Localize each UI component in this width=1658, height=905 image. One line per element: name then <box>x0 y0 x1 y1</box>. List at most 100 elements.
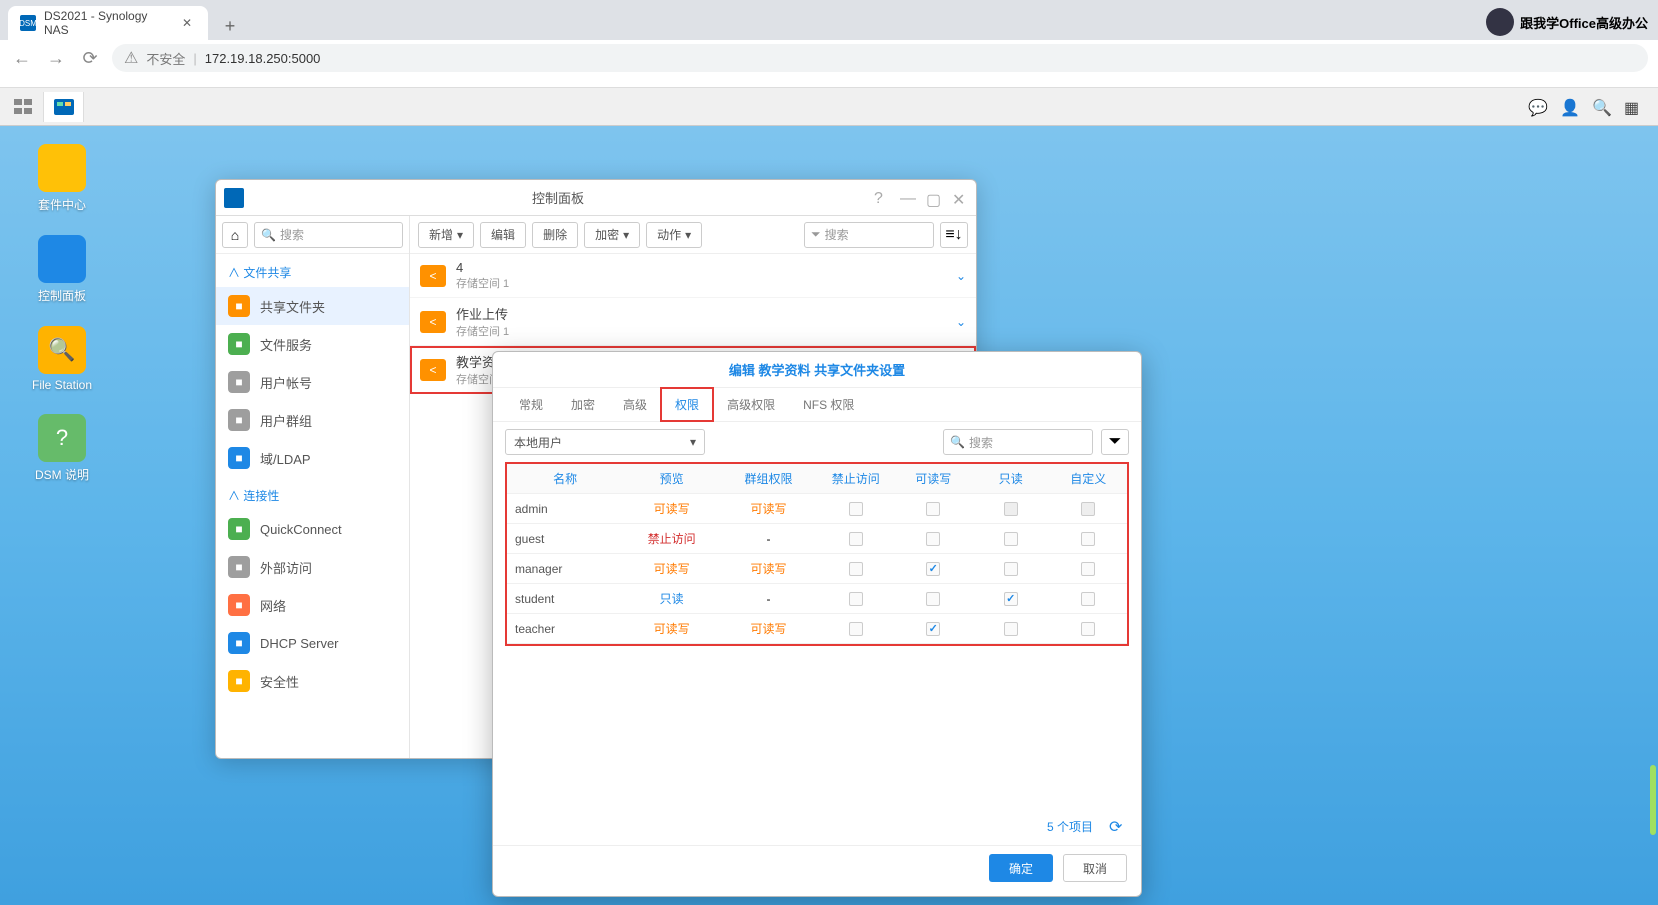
ok-button[interactable]: 确定 <box>989 854 1053 882</box>
tab-高级权限[interactable]: 高级权限 <box>713 388 789 421</box>
search-icon[interactable]: 🔍 <box>1592 98 1610 116</box>
url-input[interactable]: ⚠ 不安全 | 172.19.18.250:5000 <box>112 44 1648 72</box>
chevron-down-icon[interactable]: ⌄ <box>956 269 966 283</box>
cb-deny[interactable] <box>849 622 863 636</box>
cb-custom[interactable] <box>1081 562 1095 576</box>
sidebar-item-安全性[interactable]: ■ 安全性 <box>216 662 409 700</box>
help-icon[interactable]: ? <box>874 190 890 206</box>
new-tab-button[interactable]: + <box>216 12 244 40</box>
sidebar-item-用户帐号[interactable]: ■ 用户帐号 <box>216 363 409 401</box>
taskbar-control-panel[interactable] <box>44 92 84 122</box>
tab-常规[interactable]: 常规 <box>505 388 557 421</box>
home-button[interactable]: ⌂ <box>222 222 248 248</box>
tab-NFS 权限[interactable]: NFS 权限 <box>789 388 868 421</box>
avatar <box>1486 8 1514 36</box>
url-text: 172.19.18.250:5000 <box>205 51 321 66</box>
encrypt-button[interactable]: 加密▾ <box>584 222 640 248</box>
cb-rw[interactable] <box>926 532 940 546</box>
edit-button[interactable]: 编辑 <box>480 222 526 248</box>
cp-sidebar: ⌂ 🔍 搜索 ∧ 文件共享 ■ 共享文件夹 ■ 文件服务 ■ 用户帐号 ■ <box>216 216 410 758</box>
folder-icon: < <box>420 311 446 333</box>
cb-ro[interactable] <box>1004 532 1018 546</box>
minimize-icon[interactable]: — <box>900 190 916 206</box>
desktop-icon-3[interactable]: ? DSM 说明 <box>18 414 106 483</box>
sidebar-icon: ■ <box>228 409 250 431</box>
cb-deny[interactable] <box>849 502 863 516</box>
sidebar-item-外部访问[interactable]: ■ 外部访问 <box>216 548 409 586</box>
browser-tab[interactable]: DSM DS2021 - Synology NAS ✕ <box>8 6 208 40</box>
cb-rw[interactable] <box>926 622 940 636</box>
perm-row-manager: manager 可读写 可读写 <box>507 554 1127 584</box>
col-只读[interactable]: 只读 <box>972 464 1050 494</box>
chevron-down-icon[interactable]: ⌄ <box>956 315 966 329</box>
cb-rw[interactable] <box>926 502 940 516</box>
cancel-button[interactable]: 取消 <box>1063 854 1127 882</box>
sort-button[interactable]: ≡↓ <box>940 222 968 248</box>
group-connectivity[interactable]: ∧ 连接性 <box>216 477 409 510</box>
cb-custom[interactable] <box>1081 532 1095 546</box>
new-button[interactable]: 新增▾ <box>418 222 474 248</box>
sidebar-item-DHCP Server[interactable]: ■ DHCP Server <box>216 624 409 662</box>
maximize-icon[interactable]: ▢ <box>926 190 942 206</box>
cb-ro[interactable] <box>1004 592 1018 606</box>
cp-search-input[interactable]: 🔍 搜索 <box>254 222 403 248</box>
cp-search-placeholder: 搜索 <box>280 226 304 243</box>
cb-deny[interactable] <box>849 562 863 576</box>
sidebar-item-域/LDAP[interactable]: ■ 域/LDAP <box>216 439 409 477</box>
perm-row-guest: guest 禁止访问 - <box>507 524 1127 554</box>
cb-custom[interactable] <box>1081 622 1095 636</box>
sidebar-item-文件服务[interactable]: ■ 文件服务 <box>216 325 409 363</box>
cp-search2[interactable]: ⏷搜索 <box>804 222 934 248</box>
sidebar-item-QuickConnect[interactable]: ■ QuickConnect <box>216 510 409 548</box>
sidebar-item-用户群组[interactable]: ■ 用户群组 <box>216 401 409 439</box>
cb-deny[interactable] <box>849 532 863 546</box>
cp-titlebar[interactable]: 控制面板 ? — ▢ ✕ <box>216 180 976 216</box>
tab-高级[interactable]: 高级 <box>609 388 661 421</box>
widgets-icon[interactable]: ▦ <box>1624 98 1642 116</box>
perm-search-input[interactable]: 🔍 搜索 <box>943 429 1093 455</box>
col-群组权限[interactable]: 群组权限 <box>720 464 817 494</box>
funnel-icon: ⏷ <box>811 227 821 242</box>
main-menu-button[interactable] <box>4 92 44 122</box>
cb-deny[interactable] <box>849 592 863 606</box>
filter-button[interactable]: ⏷ <box>1101 429 1129 455</box>
col-禁止访问[interactable]: 禁止访问 <box>817 464 895 494</box>
close-icon[interactable]: ✕ <box>182 16 196 30</box>
sidebar-item-共享文件夹[interactable]: ■ 共享文件夹 <box>216 287 409 325</box>
tab-权限[interactable]: 权限 <box>661 388 713 421</box>
user-icon[interactable]: 👤 <box>1560 98 1578 116</box>
dsm-taskbar: 💬 👤 🔍 ▦ <box>0 88 1658 126</box>
user-type-select[interactable]: 本地用户▾ <box>505 429 705 455</box>
pd-title: 编辑 教学资料 共享文件夹设置 <box>493 352 1141 388</box>
col-预览[interactable]: 预览 <box>623 464 720 494</box>
reload-button[interactable]: ⟳ <box>78 46 102 70</box>
col-名称[interactable]: 名称 <box>507 464 623 494</box>
folder-row-作业上传[interactable]: < 作业上传 存储空间 1 ⌄ <box>410 298 976 346</box>
action-button[interactable]: 动作▾ <box>646 222 702 248</box>
refresh-icon[interactable]: ⟳ <box>1109 817 1127 835</box>
cb-rw[interactable] <box>926 592 940 606</box>
search-icon: 🔍 <box>950 435 965 449</box>
cb-ro[interactable] <box>1004 562 1018 576</box>
sidebar-icon: ■ <box>228 594 250 616</box>
col-可读写[interactable]: 可读写 <box>894 464 972 494</box>
col-自定义[interactable]: 自定义 <box>1049 464 1127 494</box>
forward-button[interactable]: → <box>44 46 68 70</box>
cb-ro[interactable] <box>1004 622 1018 636</box>
cb-custom[interactable] <box>1081 592 1095 606</box>
group-fileshare[interactable]: ∧ 文件共享 <box>216 254 409 287</box>
sidebar-item-网络[interactable]: ■ 网络 <box>216 586 409 624</box>
delete-button[interactable]: 删除 <box>532 222 578 248</box>
close-icon[interactable]: ✕ <box>952 190 968 206</box>
desktop: 套件中心 控制面板 🔍 File Station ? DSM 说明 控制面板 ?… <box>0 126 1658 905</box>
desktop-icon-1[interactable]: 控制面板 <box>18 235 106 304</box>
cb-rw[interactable] <box>926 562 940 576</box>
tab-加密[interactable]: 加密 <box>557 388 609 421</box>
chat-icon[interactable]: 💬 <box>1528 98 1546 116</box>
profile-pill[interactable]: 跟我学Office高级办公 <box>1486 8 1648 36</box>
folder-row-4[interactable]: < 4 存储空间 1 ⌄ <box>410 254 976 298</box>
desktop-icon-0[interactable]: 套件中心 <box>18 144 106 213</box>
cb-custom <box>1081 502 1095 516</box>
back-button[interactable]: ← <box>10 46 34 70</box>
desktop-icon-2[interactable]: 🔍 File Station <box>18 326 106 392</box>
